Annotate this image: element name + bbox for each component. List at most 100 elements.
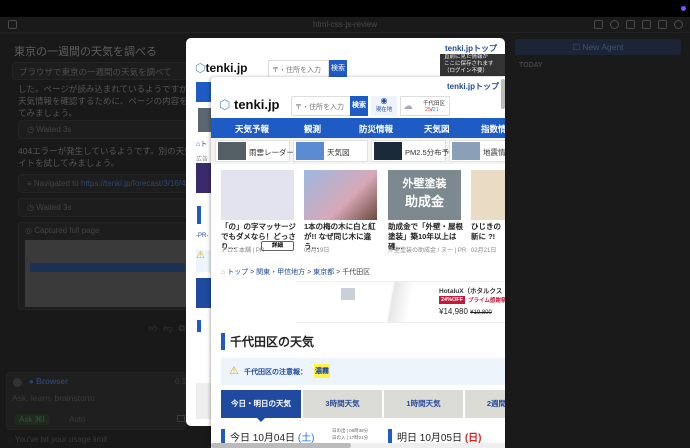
tool-call-navigated[interactable]: ≡ Navigated to https://tenki.jp/forecast… [18,174,188,193]
radar-thumbnail [218,142,246,160]
ad-source: 外壁塗装の助成金 / ヌー | PR [388,245,466,254]
location-icon: ◉ [371,96,397,105]
attach-icon[interactable] [13,378,22,387]
search-input[interactable]: 〒・住所を入力 [291,96,351,116]
warning-icon: ⚠ [196,250,211,272]
tomorrow-heading: 明日 10月05日 (日) [397,429,481,444]
ad-source: アロエ本舗 | PR [221,245,264,254]
nav-weather-map[interactable]: 天気図 [424,123,450,135]
panel-icon[interactable] [642,20,651,29]
globe-icon[interactable] [610,20,619,29]
ad-details-button[interactable]: 詳細 [261,241,294,251]
usage-limit-notice: ◌ You've hit your usage limit [8,435,107,444]
os-top-bar [0,0,690,17]
pm25-thumbnail [374,142,402,160]
ad-date: 03月19日 [304,245,329,254]
today-heading: 今日 10月04日 (土) [230,429,314,444]
ad-image-plum[interactable] [304,170,377,220]
tab-2week[interactable]: 2週間 [465,390,505,418]
tenki-top-link[interactable]: tenki.jpトップ [445,43,497,54]
navigated-link[interactable]: https://tenki.jp/forecast/3/16/4... [81,179,188,188]
ad-date: 02月21日 [471,245,496,254]
ad-label: 広告 [196,154,208,163]
breadcrumb-prefecture[interactable]: 東京都 [313,269,334,276]
section-bar [388,429,392,443]
nav-indices[interactable]: 指数情報 [481,123,505,135]
tool-call-captured[interactable]: ◎ Captured full page [18,222,188,310]
ad-image-paint[interactable]: 外壁塗装助成金 [388,170,461,220]
sub-pm25[interactable]: PM2.5分布予測 [371,140,446,162]
breadcrumb-current: 千代田区 [342,269,370,276]
chat-input-placeholder[interactable]: Ask, learn, brainstorm [12,393,95,403]
section-bar [221,429,225,443]
fav-high: 25 [425,107,431,113]
horizontal-scrollbar[interactable] [211,443,505,448]
home-icon: ⌂ [221,269,225,276]
warning-value[interactable]: 濃霧 [314,364,330,378]
nav-observation[interactable]: 観測 [304,123,321,135]
sunset: 日の入 | 17時21分 [332,434,368,441]
nav-bar-edge [196,82,211,102]
browser-chip[interactable]: ● Browser [29,377,68,386]
clock-icon: ◷ [27,203,36,212]
mode-selector[interactable]: Ask ⌘I [15,414,49,425]
breadcrumb-edge: ⌂ト [196,139,207,149]
tenki-logo: ⬡ tenki.jp [219,97,280,113]
favorite-place[interactable]: ☁ 千代田区 25/21 [400,96,450,116]
tooltip: 直前に見た情報がここに保存されます（ログイン不要） [440,54,505,76]
search-button[interactable]: 検索 [350,96,368,116]
section-bar [197,320,201,332]
warning-box: ⚠ 千代田区の注意報： 濃霧 [221,358,505,385]
search-button[interactable]: 検索 [329,60,347,78]
gear-icon[interactable] [674,20,683,29]
nav-weather-forecast[interactable]: 天気予報 [235,123,269,135]
tab-1hour[interactable]: 1時間天気 [384,390,463,418]
right-panel-icon[interactable] [658,20,667,29]
campaign-label: プライム感謝祭 [468,296,505,304]
list-icon: ≡ [27,179,34,188]
sub-earthquake[interactable]: 地震情報 [449,140,505,162]
screenshot-preview-front: tenki.jpトップ ⬡ tenki.jp 〒・住所を入力 検索 ◉現在地 ☁… [211,77,505,448]
image-icon[interactable] [177,415,185,422]
sub-weather-map[interactable]: 天気図 [293,140,368,162]
fav-place-name: 千代田区 [423,99,445,107]
tab-today-tomorrow[interactable]: 今日・明日の天気 [221,390,301,418]
ad-image-massage[interactable] [221,170,294,220]
search-input[interactable]: 〒・住所を入力 [268,60,329,78]
terminal-icon[interactable] [626,20,635,29]
current-location-button[interactable]: ◉現在地 [371,96,397,116]
chat-input[interactable]: ● Browser 0.1 Ask, learn, brainstorm Ask… [6,372,186,430]
ad-image [196,163,211,193]
chat-icon[interactable] [594,20,603,29]
content-edge [196,383,211,419]
ad-caption[interactable]: ひじきの新に ?! 「ひ [471,222,505,242]
ad-image-hijiki[interactable] [471,170,505,220]
tab-3hour[interactable]: 3時間天気 [303,390,382,418]
screenshot-thumbnail[interactable] [25,240,187,307]
warning-label: 千代田区の注意報： [244,367,307,377]
ad-banner[interactable]: HotaluX（ホタルクス 24%OFF プライム感謝祭 ¥14,980 ¥19… [296,281,505,323]
tool-call-waited[interactable]: ◷ Waited 3s [18,120,188,139]
feedback-icons[interactable]: 👍︎👎︎⧉ [148,323,191,334]
fav-low: 21 [433,107,439,113]
vertical-scrollbar[interactable] [501,79,505,109]
weather-map-thumbnail [296,142,324,160]
tenki-top-link[interactable]: tenki.jpトップ [447,81,499,92]
tool-call-waited[interactable]: ◷ Waited 3s [18,198,188,217]
tool-label: Captured full page [34,226,99,235]
chat-title: 東京の一週間の天気を調べる [14,43,157,59]
model-selector[interactable]: Auto [69,415,85,424]
old-price: ¥19,800 [470,310,492,316]
breadcrumb-region[interactable]: 関東・甲信地方 [256,269,305,276]
breadcrumb: ⌂ トップ > 関東・甲信地方 > 東京都 > 千代田区 [221,267,370,277]
tool-label: Waited 3s [36,125,71,134]
nav-disaster-info[interactable]: 防災情報 [359,123,393,135]
breadcrumb-top[interactable]: トップ [227,269,248,276]
status-dot [681,6,686,11]
new-agent-button[interactable]: ☐ New Agent [515,39,681,55]
sub-rain-radar[interactable]: 雨雲レーダー [215,140,290,162]
product-image [341,288,355,300]
assistant-text: 天気情報を確認するために、ページの内容を詳しく [18,95,213,107]
cloud-icon: ☁ [403,101,413,112]
assistant-text: した。ページが読み込まれているようですが、詳細 [18,83,213,95]
